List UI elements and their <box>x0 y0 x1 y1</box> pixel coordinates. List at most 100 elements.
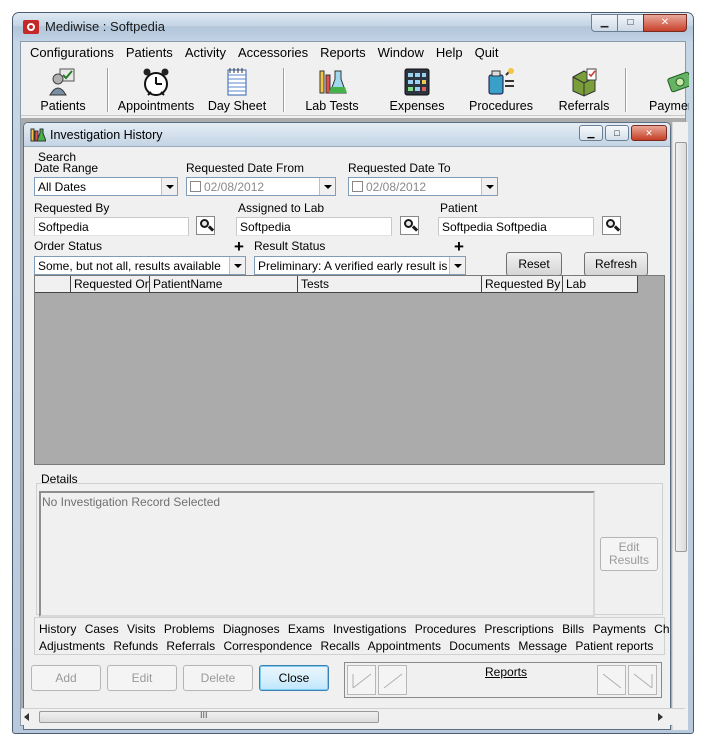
column-header-tests[interactable]: Tests <box>298 276 482 293</box>
horizontal-scrollbar[interactable]: III <box>21 708 685 725</box>
scroll-right-icon[interactable] <box>658 713 663 721</box>
client-area: Configurations Patients Activity Accesso… <box>20 41 689 730</box>
link-exams[interactable]: Exams <box>288 622 325 636</box>
vertical-scroll-thumb[interactable] <box>675 142 687 552</box>
column-header-select[interactable] <box>35 276 71 293</box>
requested-date-from-picker[interactable]: 02/08/2012 <box>186 177 336 196</box>
maximize-button[interactable]: □ <box>617 14 644 32</box>
add-button[interactable]: Add <box>31 665 101 691</box>
child-close-button[interactable]: ✕ <box>631 125 667 141</box>
link-diagnoses[interactable]: Diagnoses <box>223 622 280 636</box>
result-status-select[interactable]: Preliminary: A verified early result is … <box>254 256 466 275</box>
link-prescriptions[interactable]: Prescriptions <box>484 622 553 636</box>
vertical-scrollbar[interactable] <box>672 122 688 730</box>
requested-by-field[interactable]: Softpedia <box>34 217 189 236</box>
requested-by-search-icon[interactable] <box>196 216 215 235</box>
assigned-to-lab-search-icon[interactable] <box>400 216 419 235</box>
edit-results-line1: Edit <box>618 540 640 554</box>
date-from-checkbox[interactable] <box>190 181 201 192</box>
link-charges[interactable]: Charges <box>654 622 670 636</box>
toolbar-day-sheet-button[interactable]: Day Sheet <box>204 64 270 116</box>
toolbar-patients-button[interactable]: Patients <box>29 64 97 116</box>
results-grid[interactable]: Requested On PatientName Tests Requested… <box>34 275 665 465</box>
first-record-icon[interactable] <box>347 665 376 695</box>
link-procedures[interactable]: Procedures <box>415 622 476 636</box>
link-referrals[interactable]: Referrals <box>166 639 215 653</box>
child-maximize-button[interactable]: □ <box>605 125 629 141</box>
toolbar-appointments-button[interactable]: Appointments <box>116 64 196 116</box>
requested-date-to-picker[interactable]: 02/08/2012 <box>348 177 498 196</box>
menu-window[interactable]: Window <box>372 42 430 62</box>
add-order-status-icon[interactable]: + <box>234 238 244 255</box>
link-patient-reports[interactable]: Patient reports <box>575 639 653 653</box>
order-status-label: Order Status <box>34 239 103 253</box>
child-window-title: Investigation History <box>50 128 163 142</box>
main-window: Mediwise : Softpedia ▁ □ ✕ Configuration… <box>12 12 694 734</box>
link-history[interactable]: History <box>39 622 76 636</box>
date-range-select[interactable]: All Dates <box>34 177 178 196</box>
menu-configurations[interactable]: Configurations <box>24 42 120 62</box>
reports-link[interactable]: Reports <box>485 665 527 679</box>
close-window-button[interactable]: ✕ <box>643 14 687 32</box>
edit-results-button[interactable]: Edit Results <box>600 537 658 571</box>
toolbar-procedures-button[interactable]: Procedures <box>465 64 537 116</box>
scroll-left-icon[interactable] <box>24 713 29 721</box>
toolbar-lab-tests-button[interactable]: Lab Tests <box>299 64 365 116</box>
minimize-button[interactable]: ▁ <box>591 14 618 32</box>
column-header-lab[interactable]: Lab <box>563 276 638 293</box>
column-header-patient-name[interactable]: PatientName <box>150 276 298 293</box>
patient-search-icon[interactable] <box>602 216 621 235</box>
add-result-status-icon[interactable]: + <box>454 238 464 255</box>
link-correspondence[interactable]: Correspondence <box>223 639 312 653</box>
delete-button[interactable]: Delete <box>183 665 253 691</box>
menu-activity[interactable]: Activity <box>179 42 232 62</box>
chevron-down-icon[interactable] <box>319 178 335 195</box>
menu-reports[interactable]: Reports <box>314 42 372 62</box>
order-status-value: Some, but not all, results available <box>38 259 221 273</box>
link-investigations[interactable]: Investigations <box>333 622 406 636</box>
date-to-checkbox[interactable] <box>352 181 363 192</box>
link-visits[interactable]: Visits <box>127 622 155 636</box>
link-appointments[interactable]: Appointments <box>368 639 441 653</box>
link-payments[interactable]: Payments <box>592 622 645 636</box>
patient-field[interactable]: Softpedia Softpedia <box>438 217 594 236</box>
child-minimize-button[interactable]: ▁ <box>579 125 603 141</box>
column-header-requested-on[interactable]: Requested On <box>71 276 150 293</box>
chevron-down-icon[interactable] <box>229 257 245 274</box>
toolbar-payment-button[interactable]: Payment <box>635 64 689 116</box>
link-message[interactable]: Message <box>518 639 567 653</box>
toolbar-separator <box>625 68 627 112</box>
menu-help[interactable]: Help <box>430 42 469 62</box>
title-bar[interactable]: Mediwise : Softpedia ▁ □ ✕ <box>13 13 693 41</box>
link-recalls[interactable]: Recalls <box>321 639 360 653</box>
refresh-button[interactable]: Refresh <box>584 252 648 276</box>
link-problems[interactable]: Problems <box>164 622 215 636</box>
menu-quit[interactable]: Quit <box>469 42 505 62</box>
column-header-requested-by[interactable]: Requested By <box>482 276 563 293</box>
link-documents[interactable]: Documents <box>449 639 510 653</box>
link-adjustments[interactable]: Adjustments <box>39 639 105 653</box>
menu-accessories[interactable]: Accessories <box>232 42 314 62</box>
close-button[interactable]: Close <box>259 665 329 691</box>
chevron-down-icon[interactable] <box>481 178 497 195</box>
link-refunds[interactable]: Refunds <box>113 639 158 653</box>
link-cases[interactable]: Cases <box>85 622 119 636</box>
procedures-icon <box>488 68 514 95</box>
chevron-down-icon[interactable] <box>449 257 465 274</box>
next-record-icon[interactable] <box>597 665 626 695</box>
previous-record-icon[interactable] <box>378 665 407 695</box>
toolbar-expenses-button[interactable]: Expenses <box>385 64 449 116</box>
last-record-icon[interactable] <box>628 665 657 695</box>
edit-button[interactable]: Edit <box>107 665 177 691</box>
toolbar-referrals-button[interactable]: Referrals <box>553 64 615 116</box>
assigned-to-lab-field[interactable]: Softpedia <box>236 217 392 236</box>
chevron-down-icon[interactable] <box>161 178 177 195</box>
toolbar: Patients Appointments Day Sheet Lab Test… <box>21 64 689 116</box>
details-text: No Investigation Record Selected <box>39 491 595 617</box>
link-bills[interactable]: Bills <box>562 622 584 636</box>
order-status-select[interactable]: Some, but not all, results available <box>34 256 246 275</box>
horizontal-scroll-thumb[interactable]: III <box>39 710 379 723</box>
reset-button[interactable]: Reset <box>506 252 562 276</box>
child-title-bar[interactable]: Investigation History ▁ □ ✕ <box>24 123 670 147</box>
menu-patients[interactable]: Patients <box>120 42 179 62</box>
